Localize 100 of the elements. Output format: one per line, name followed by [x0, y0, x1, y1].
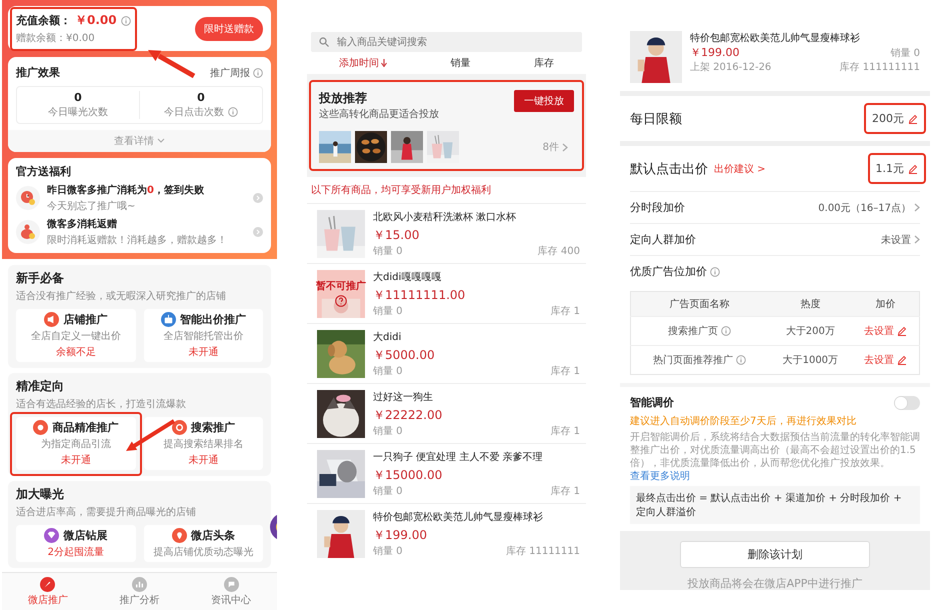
question-icon [335, 295, 347, 307]
bid-value[interactable]: 1.1元 [868, 153, 926, 184]
set-link[interactable]: 去设置 [864, 324, 908, 338]
sort-tab[interactable]: 销量 [450, 56, 470, 70]
option-title: 微店头条 [190, 528, 235, 543]
product-name: 特价包邮宽松欧美范儿帅气显瘦棒球衫 [373, 510, 544, 524]
pencil-icon [908, 114, 918, 124]
stock-count: 库存 11111111 [506, 544, 580, 558]
stat-value: 0 [197, 91, 205, 104]
sort-tab[interactable]: 添加时间 [338, 56, 387, 70]
megaphone-icon [44, 312, 60, 327]
option-desc: 全店智能托管出价 [163, 330, 244, 343]
balance-amount: ￥0.00 [75, 12, 117, 29]
product-price: ￥15.00 [373, 227, 420, 244]
promo-option-card[interactable]: 店铺推广 全店自定义一键出价 余额不足 [16, 309, 136, 362]
stat-label: 今日曝光次数 [48, 106, 108, 119]
chevron-icon [914, 235, 920, 244]
premium-title: 优质广告位加价 [630, 264, 707, 279]
option-desc: 提高搜索结果排名 [163, 438, 244, 451]
info-icon [710, 266, 720, 276]
chevron-circle-icon [253, 227, 263, 237]
sales-count: 销量 0 [890, 47, 920, 60]
promo-option-card[interactable]: 微店头条 提高店铺优质动态曝光 [144, 525, 263, 562]
description-text: 开启智能调价后，系统将结合大数据预估当前流量的转化率智能调整推广出价，对优质流量调高出价（最高不会超过设置出价的1.5倍），非优质流量降低出价，从而帮您优化推广投放效果。 查看更多说明 [630, 431, 920, 483]
promo-option-card[interactable]: 智能出价推广 全店智能托管出价 未开通 [144, 309, 263, 362]
option-title: 店铺推广 [63, 312, 108, 327]
column-header: 广告页面名称 [630, 292, 768, 316]
option-status: 未开通 [188, 454, 218, 467]
option-status: 余额不足 [56, 346, 96, 359]
column-header: 热度 [768, 292, 852, 316]
product-name: 大didi [373, 330, 402, 344]
sales-count: 销量 0 [373, 485, 403, 498]
recommend-subtitle: 这些高转化商品更适合投放 [319, 108, 440, 121]
product-name: 过好这一狗生 [373, 390, 434, 404]
pin-icon [172, 528, 187, 543]
product-name: 大didi嘎嘎嘎嘎 [373, 270, 442, 284]
section-subtitle: 适合进店率高，需要提升商品曝光的店铺 [16, 506, 197, 519]
benefit-title: 微客多消耗返赠 [47, 217, 118, 231]
info-icon [120, 16, 131, 26]
report-link[interactable]: 推广周报 [210, 66, 263, 80]
gift-balance: 赠款余额：¥0.00 [16, 32, 96, 45]
search-field[interactable]: 输入商品关键词搜索 [311, 32, 582, 52]
toggle-switch[interactable] [894, 396, 920, 410]
bid-advice-link[interactable]: 出价建议 > [714, 162, 766, 176]
info-icon [253, 68, 263, 78]
option-title: 商品精准推广 [52, 420, 118, 435]
tab-bar-item[interactable]: 推广分析 [94, 577, 186, 607]
product-price: ￥199.00 [690, 45, 740, 60]
option-status: 未开通 [188, 346, 218, 359]
footer-note: 投放商品将会在微店APP中进行推广 [688, 576, 862, 590]
formula-text: 最终点击出价 = 默认点击出价 + 渠道加价 + 分时段加价 + 定向人群溢价 [630, 486, 920, 524]
setting-value[interactable]: 0.00元（16–17点） [818, 200, 920, 214]
more-link[interactable]: 查看更多说明 [630, 471, 690, 482]
money-bag-icon [16, 220, 40, 244]
option-desc: 提高店铺优质动态曝光 [153, 546, 254, 559]
recommend-title: 投放推荐 [319, 90, 368, 107]
daily-limit-value[interactable]: 200元 [864, 103, 926, 134]
section-title: 新手必备 [16, 270, 65, 287]
product-price: ￥11111111.00 [373, 287, 466, 304]
option-title: 微店钻展 [63, 528, 108, 543]
stat-value: 0 [74, 91, 82, 104]
pencil-icon [897, 326, 908, 336]
info-icon [721, 326, 732, 336]
delete-button[interactable]: 删除该计划 [680, 541, 870, 568]
tab-bar-item[interactable]: 微店推广 [2, 577, 94, 607]
promo-button[interactable]: 限时送赠款 [195, 16, 263, 40]
bid-label: 默认点击出价 [630, 160, 708, 178]
section-title: 推广效果 [16, 65, 60, 80]
stock-count: 库存 1 [550, 304, 580, 318]
setting-label: 定向人群加价 [630, 232, 696, 247]
promo-option-card[interactable]: 微店钻展 2分起囤流量 [16, 525, 136, 562]
sort-tab[interactable]: 库存 [534, 56, 554, 70]
product-price: ￥5000.00 [373, 347, 436, 364]
promo-option-card[interactable]: 搜索推广 提高搜索结果排名 未开通 [144, 417, 263, 470]
notice-text: 以下所有商品，均可享受新用户加权福利 [310, 184, 492, 198]
promo-option-card[interactable]: 商品精准推广 为指定商品引流 未开通 [16, 417, 136, 470]
stock-count: 库存 111111111 [840, 60, 920, 74]
launch-button[interactable]: 一键投放 [514, 90, 574, 112]
stat-label: 今日点击次数 [164, 106, 224, 119]
tab-bar-item[interactable]: 资讯中心 [185, 577, 277, 607]
chevron-circle-icon [253, 193, 263, 203]
setting-value[interactable]: 未设置 [881, 232, 920, 246]
setting-label: 分时段加价 [630, 200, 685, 215]
chevron-icon [562, 142, 568, 152]
table-cell: 大于1000万 [768, 346, 852, 374]
column-header: 加价 [852, 292, 920, 316]
section-subtitle: 适合有选品经验的店长，打造引流爆款 [16, 398, 187, 411]
sales-count: 销量 0 [373, 305, 403, 318]
set-link[interactable]: 去设置 [864, 353, 908, 367]
info-icon [736, 355, 746, 365]
section-title: 官方送福利 [16, 164, 72, 179]
product-name: 一只狗子 便宜处理 主人不爱 亲爹不理 [373, 450, 544, 464]
stock-count: 库存 1 [550, 364, 580, 378]
chart-icon [132, 577, 147, 592]
product-price: ￥199.00 [373, 527, 428, 544]
benefit-subtitle: 今天别忘了推广哦~ [47, 200, 136, 213]
option-title: 搜索推广 [190, 420, 235, 435]
arrow [148, 50, 196, 78]
pencil-icon [897, 355, 908, 365]
section-title: 精准定向 [16, 378, 65, 395]
